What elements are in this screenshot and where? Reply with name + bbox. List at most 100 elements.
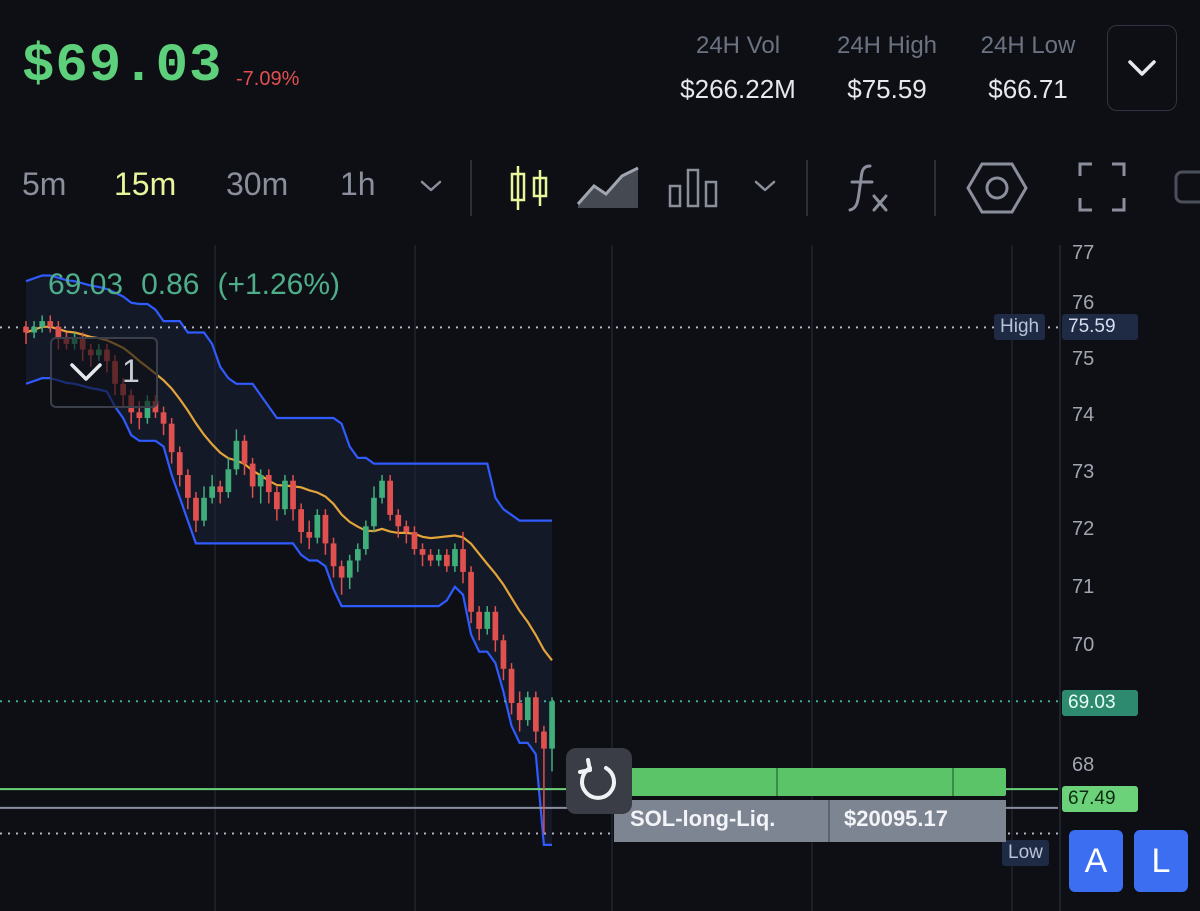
stat-24h-low: 24H Low $66.71 <box>970 32 1086 105</box>
legend-change: 0.86 <box>141 268 200 301</box>
indicator-count: 1 <box>122 353 140 389</box>
candle-body <box>371 497 377 527</box>
legend-percent: (+1.26%) <box>217 268 341 301</box>
y-tick: 70 <box>1072 634 1095 656</box>
chevron-down-icon[interactable] <box>750 174 780 198</box>
liq-divider <box>828 800 830 842</box>
chevron-down-icon[interactable] <box>416 174 446 198</box>
candle-body <box>444 554 450 567</box>
high-value-tag: 75.59 <box>1062 314 1138 340</box>
stat-24h-vol: 24H Vol $266.22M <box>680 32 796 105</box>
y-tick: 68 <box>1072 754 1095 776</box>
candle-body <box>346 560 353 578</box>
candlestick-icon[interactable] <box>506 160 552 216</box>
reset-chart-button[interactable] <box>566 748 632 814</box>
bar-divider <box>952 768 954 796</box>
candle-body <box>249 463 256 487</box>
candle-body <box>484 611 491 629</box>
settings-hexagon-icon[interactable] <box>966 160 1028 216</box>
current-price-tag: 69.03 <box>1062 690 1138 716</box>
candle-body <box>524 697 531 721</box>
legend-price: 69.03 <box>48 268 124 301</box>
candle-body <box>274 492 280 510</box>
candle-body <box>282 480 288 510</box>
y-tick: 73 <box>1072 461 1095 483</box>
candle-body <box>460 549 466 572</box>
low-label-tag: Low <box>1002 840 1049 866</box>
candle-body <box>541 731 547 749</box>
liq-amount: $20095.17 <box>844 806 948 831</box>
bar-divider <box>776 768 778 796</box>
fx-icon[interactable] <box>846 160 892 216</box>
candle-body <box>492 611 499 641</box>
chevron-down-icon <box>1128 60 1156 76</box>
stat-24h-high: 24H High $75.59 <box>826 32 948 105</box>
stat-value: $66.71 <box>988 74 1068 104</box>
y-tick: 76 <box>1072 292 1095 314</box>
candle-body <box>160 412 167 424</box>
a-button[interactable]: A <box>1069 830 1123 892</box>
candle-body <box>411 532 418 550</box>
current-price: $69.03 <box>22 36 223 97</box>
candle-body <box>47 321 54 327</box>
candle-body <box>403 526 410 532</box>
toolbar-divider <box>470 160 472 216</box>
y-tick: 72 <box>1072 518 1095 540</box>
refresh-icon <box>578 758 616 800</box>
candle-body <box>39 321 46 327</box>
interval-15m[interactable]: 15m <box>114 166 176 203</box>
y-tick: 74 <box>1072 404 1095 426</box>
candle-body <box>31 326 37 333</box>
bar-chart-icon[interactable] <box>666 164 722 210</box>
candle-body <box>136 412 143 418</box>
candle-body <box>533 697 539 732</box>
candle-body <box>508 668 515 703</box>
candle-body <box>209 486 215 498</box>
candle-body <box>435 554 442 561</box>
stat-value: $266.22M <box>680 74 796 104</box>
liquidation-info: SOL-long-Liq. $20095.17 <box>614 800 1006 842</box>
candle-body <box>176 452 183 475</box>
liq-order-bar[interactable] <box>630 768 1006 796</box>
toolbar-divider <box>806 160 808 216</box>
candle-body <box>225 469 232 493</box>
candle-body <box>500 640 507 669</box>
candle-body <box>265 475 272 493</box>
candle-body <box>379 480 385 498</box>
indicator-collapse-button[interactable]: 1 <box>50 337 158 408</box>
area-chart-icon[interactable] <box>576 164 642 210</box>
candle-body <box>201 497 207 521</box>
liq-price-tag: 67.49 <box>1062 786 1138 812</box>
liq-name: SOL-long-Liq. <box>630 806 776 831</box>
interval-1h[interactable]: 1h <box>340 166 376 203</box>
candle-body <box>452 549 458 567</box>
stat-label: 24H High <box>836 32 938 59</box>
y-tick: 77 <box>1072 242 1095 264</box>
candle-body <box>395 514 402 527</box>
candle-body <box>476 611 482 629</box>
candle-body <box>290 480 296 510</box>
camera-icon[interactable] <box>1172 162 1200 212</box>
market-dropdown-button[interactable] <box>1107 25 1177 111</box>
l-button[interactable]: L <box>1134 830 1188 892</box>
candle-body <box>185 475 191 498</box>
candle-body <box>217 486 224 493</box>
interval-30m[interactable]: 30m <box>226 166 288 203</box>
fullscreen-icon[interactable] <box>1078 162 1126 212</box>
chart-legend: 69.03 0.86 (+1.26%) <box>48 268 358 302</box>
candle-body <box>338 566 345 578</box>
candle-body <box>168 423 175 453</box>
candle-body <box>306 532 313 538</box>
market-header: $69.03 -7.09% 24H Vol $266.22M 24H High … <box>0 0 1200 135</box>
candle-body <box>468 571 474 612</box>
candle-body <box>298 509 304 532</box>
candle-body <box>363 526 369 550</box>
interval-5m[interactable]: 5m <box>22 166 66 203</box>
candle-body <box>427 554 434 561</box>
candle-body <box>516 703 523 721</box>
candle-body <box>23 326 29 333</box>
price-change-percent: -7.09% <box>236 68 300 90</box>
candle-body <box>241 440 248 464</box>
y-tick: 71 <box>1072 576 1095 598</box>
candle-body <box>419 549 426 555</box>
